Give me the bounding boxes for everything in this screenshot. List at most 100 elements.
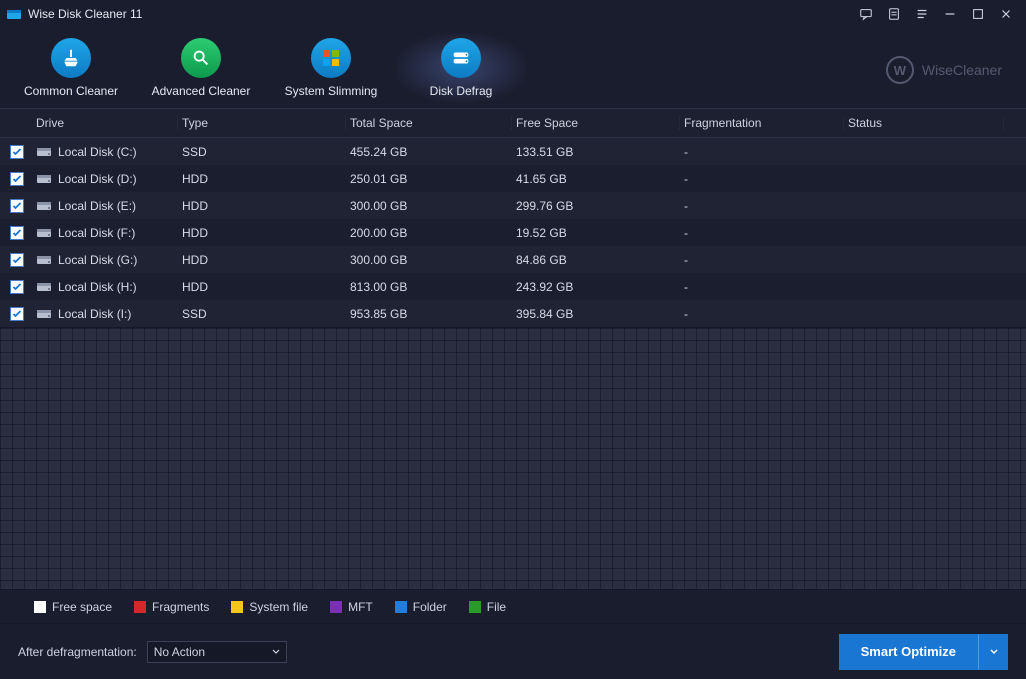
tab-disk-defrag[interactable]: Disk Defrag — [396, 33, 526, 103]
footer: After defragmentation: No Action Smart O… — [0, 623, 1026, 679]
menu-icon[interactable] — [908, 3, 936, 25]
drive-icon — [36, 226, 52, 240]
drive-frag: - — [680, 199, 844, 213]
drive-frag: - — [680, 172, 844, 186]
drive-frag: - — [680, 307, 844, 321]
table-row[interactable]: Local Disk (H:) HDD 813.00 GB 243.92 GB … — [0, 273, 1026, 300]
drive-icon — [36, 172, 52, 186]
feedback-icon[interactable] — [852, 3, 880, 25]
legend-label: Fragments — [152, 600, 209, 614]
drive-frag: - — [680, 253, 844, 267]
legend-swatch — [34, 601, 46, 613]
column-total[interactable]: Total Space — [346, 116, 512, 130]
drive-icon — [36, 145, 52, 159]
table-row[interactable]: Local Disk (F:) HDD 200.00 GB 19.52 GB - — [0, 219, 1026, 246]
drive-icon — [36, 280, 52, 294]
drive-type: HDD — [178, 172, 346, 186]
row-checkbox[interactable] — [10, 253, 24, 267]
legend-swatch — [395, 601, 407, 613]
table-row[interactable]: Local Disk (I:) SSD 953.85 GB 395.84 GB … — [0, 300, 1026, 327]
drive-name: Local Disk (I:) — [58, 307, 131, 321]
drive-icon — [36, 199, 52, 213]
drive-free: 84.86 GB — [512, 253, 680, 267]
drive-type: HDD — [178, 226, 346, 240]
window-title: Wise Disk Cleaner 11 — [28, 7, 142, 21]
legend-item: File — [469, 600, 506, 614]
drive-total: 300.00 GB — [346, 253, 512, 267]
table-header: Drive Type Total Space Free Space Fragme… — [0, 108, 1026, 138]
tab-label: System Slimming — [285, 84, 378, 98]
legend: Free space Fragments System file MFT Folder F… — [0, 589, 1026, 623]
table-row[interactable]: Local Disk (C:) SSD 455.24 GB 133.51 GB … — [0, 138, 1026, 165]
tab-common-cleaner[interactable]: Common Cleaner — [6, 33, 136, 103]
legend-swatch — [469, 601, 481, 613]
drive-free: 41.65 GB — [512, 172, 680, 186]
row-checkbox[interactable] — [10, 307, 24, 321]
drive-name: Local Disk (F:) — [58, 226, 135, 240]
legend-item: MFT — [330, 600, 373, 614]
legend-item: Folder — [395, 600, 447, 614]
legend-label: MFT — [348, 600, 373, 614]
drive-icon — [36, 307, 52, 321]
table-row[interactable]: Local Disk (G:) HDD 300.00 GB 84.86 GB - — [0, 246, 1026, 273]
drive-total: 813.00 GB — [346, 280, 512, 294]
tab-advanced-cleaner[interactable]: Advanced Cleaner — [136, 33, 266, 103]
top-tabs: Common Cleaner Advanced Cleaner System S… — [0, 28, 1026, 108]
column-fragmentation[interactable]: Fragmentation — [680, 116, 844, 130]
after-defrag-select[interactable]: No Action — [147, 641, 287, 663]
drive-name: Local Disk (C:) — [58, 145, 137, 159]
close-button[interactable] — [992, 3, 1020, 25]
row-checkbox[interactable] — [10, 280, 24, 294]
drive-free: 395.84 GB — [512, 307, 680, 321]
brand-logo: W WiseCleaner — [886, 56, 1002, 84]
drive-frag: - — [680, 280, 844, 294]
legend-label: System file — [249, 600, 308, 614]
column-type[interactable]: Type — [178, 116, 346, 130]
legend-item: Free space — [34, 600, 112, 614]
minimize-button[interactable] — [936, 3, 964, 25]
row-checkbox[interactable] — [10, 226, 24, 240]
legend-item: System file — [231, 600, 308, 614]
drive-frag: - — [680, 145, 844, 159]
table-row[interactable]: Local Disk (D:) HDD 250.01 GB 41.65 GB - — [0, 165, 1026, 192]
drive-type: HDD — [178, 253, 346, 267]
legend-swatch — [330, 601, 342, 613]
drive-total: 250.01 GB — [346, 172, 512, 186]
row-checkbox[interactable] — [10, 172, 24, 186]
drive-type: SSD — [178, 307, 346, 321]
drive-name: Local Disk (E:) — [58, 199, 136, 213]
app-icon — [6, 6, 22, 22]
drive-total: 300.00 GB — [346, 199, 512, 213]
defrag-map — [0, 327, 1026, 589]
table-row[interactable]: Local Disk (E:) HDD 300.00 GB 299.76 GB … — [0, 192, 1026, 219]
brand-text: WiseCleaner — [922, 62, 1002, 78]
legend-label: File — [487, 600, 506, 614]
column-drive[interactable]: Drive — [32, 116, 178, 130]
legend-swatch — [134, 601, 146, 613]
drive-type: SSD — [178, 145, 346, 159]
drive-name: Local Disk (G:) — [58, 253, 137, 267]
task-icon[interactable] — [880, 3, 908, 25]
drive-type: HDD — [178, 199, 346, 213]
column-status[interactable]: Status — [844, 116, 1004, 130]
button-dropdown[interactable] — [978, 634, 1008, 670]
drive-total: 200.00 GB — [346, 226, 512, 240]
drive-free: 19.52 GB — [512, 226, 680, 240]
column-free[interactable]: Free Space — [512, 116, 680, 130]
row-checkbox[interactable] — [10, 145, 24, 159]
drive-frag: - — [680, 226, 844, 240]
drive-icon — [36, 253, 52, 267]
drive-type: HDD — [178, 280, 346, 294]
select-value: No Action — [154, 645, 205, 659]
drive-free: 133.51 GB — [512, 145, 680, 159]
tab-system-slimming[interactable]: System Slimming — [266, 33, 396, 103]
row-checkbox[interactable] — [10, 199, 24, 213]
tab-label: Disk Defrag — [430, 84, 493, 98]
legend-item: Fragments — [134, 600, 209, 614]
maximize-button[interactable] — [964, 3, 992, 25]
drive-total: 455.24 GB — [346, 145, 512, 159]
smart-optimize-button[interactable]: Smart Optimize — [839, 634, 1008, 670]
chevron-down-icon — [272, 648, 280, 656]
legend-label: Folder — [413, 600, 447, 614]
legend-swatch — [231, 601, 243, 613]
